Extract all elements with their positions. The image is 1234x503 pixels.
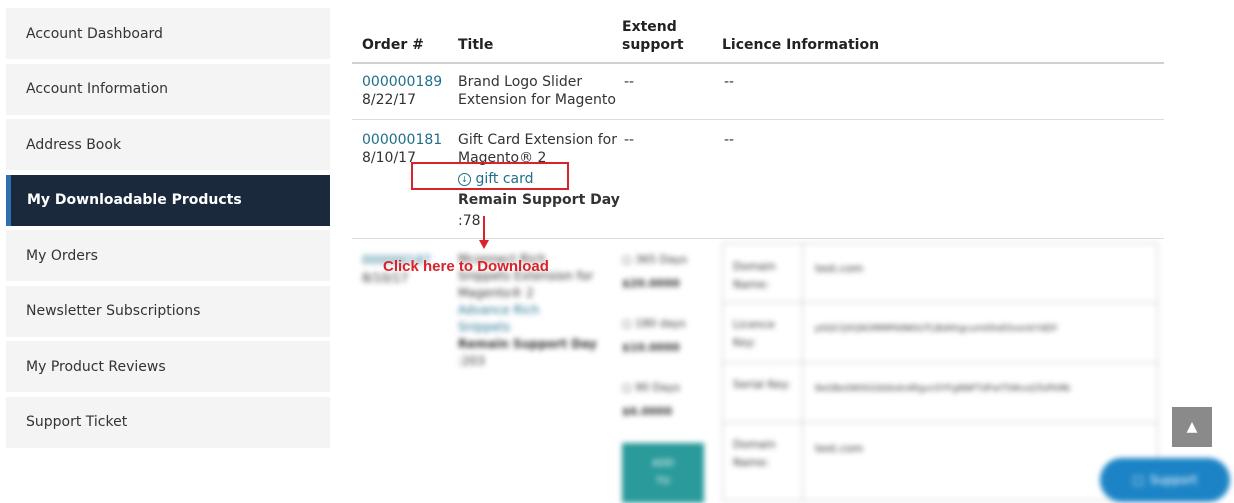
account-sidebar: Account Dashboard Account Information Ad… xyxy=(6,8,330,452)
product-title-line2: Extension for Magento xyxy=(458,92,616,108)
remain-support-value: :203 xyxy=(458,354,485,368)
support-chat-button[interactable]: □ Support xyxy=(1100,458,1230,502)
sidebar-item-my-orders[interactable]: My Orders xyxy=(6,230,330,281)
sidebar-item-my-product-reviews[interactable]: My Product Reviews xyxy=(6,341,330,392)
sidebar-item-support-ticket[interactable]: Support Ticket xyxy=(6,396,330,448)
add-to-cart-button[interactable]: ADD TO xyxy=(622,443,704,503)
chat-icon: □ xyxy=(1132,473,1144,487)
extend-header-line1: Extend xyxy=(622,19,677,35)
licence-value: -- xyxy=(724,74,735,90)
sidebar-item-account-information[interactable]: Account Information xyxy=(6,63,330,115)
licence-value: pSQCQXQ6OMMPAINKtUTLBdAhgcum00xE0vonkYdD… xyxy=(815,324,1058,334)
option-label: 90 Days xyxy=(635,381,681,394)
extend-support-value: -- xyxy=(624,74,635,90)
support-option[interactable]: ○ 90 Days $6.0000 xyxy=(622,379,712,443)
sidebar-item-account-dashboard[interactable]: Account Dashboard xyxy=(6,8,330,59)
download-highlight-box xyxy=(411,162,569,190)
licence-value: test.com xyxy=(815,262,864,275)
add-button-line2: TO xyxy=(656,476,670,487)
table-row-blurred: 000000187 8/10/17 Mconnect Rich Snippets… xyxy=(352,239,1164,503)
radio-icon: ○ xyxy=(622,253,632,266)
order-link[interactable]: 000000181 xyxy=(362,131,442,149)
table-row: 000000189 8/22/17 Brand Logo Slider Exte… xyxy=(352,64,1164,120)
column-header-title: Title xyxy=(458,37,494,53)
extend-header-line2: support xyxy=(622,37,684,53)
support-option[interactable]: ○ 365 Days $20.0000 xyxy=(622,251,712,315)
annotation-label: Click here to Download xyxy=(383,258,549,275)
licence-value: -- xyxy=(724,132,735,148)
remain-support-label: Remain Support Day xyxy=(458,337,597,351)
licence-value: test.com xyxy=(815,442,864,455)
support-label: Support xyxy=(1149,473,1198,487)
download-link[interactable]: Advance Rich xyxy=(458,302,597,319)
radio-icon: ○ xyxy=(622,381,632,394)
product-title-line1: Brand Logo Slider xyxy=(458,74,583,90)
licence-info-box: Domain Name: test.com Licence Key: pSQCQ… xyxy=(722,243,1158,501)
download-link-line2: Snippets xyxy=(458,320,511,334)
remain-support-label: Remain Support Day xyxy=(458,192,620,208)
option-price: $10.0000 xyxy=(622,341,680,354)
licence-value: 8eGBe0W0GGbkkdn4Rgvn5YFgNNFTdFwT5WvsQTuP… xyxy=(815,384,1071,394)
licence-key-label: Domain Name: xyxy=(723,422,803,500)
product-title-line1: Gift Card Extension for xyxy=(458,132,617,148)
column-header-order: Order # xyxy=(362,37,424,53)
option-label: 180 days xyxy=(635,317,686,330)
order-link[interactable]: 000000189 xyxy=(362,73,442,91)
sidebar-item-address-book[interactable]: Address Book xyxy=(6,119,330,170)
option-label: 365 Days xyxy=(635,253,688,266)
support-option[interactable]: ○ 180 days $10.0000 xyxy=(622,315,712,379)
annotation-arrow xyxy=(483,216,485,242)
product-title-line3: Magento® 2 xyxy=(458,286,534,300)
option-price: $6.0000 xyxy=(622,405,673,418)
column-header-extend-support: Extend support xyxy=(622,18,684,54)
add-button-line1: ADD xyxy=(651,458,675,469)
sidebar-item-newsletter-subscriptions[interactable]: Newsletter Subscriptions xyxy=(6,285,330,337)
column-header-licence: Licence Information xyxy=(722,37,880,53)
annotation-arrow-head xyxy=(479,240,489,249)
licence-key-label: Serial Key: xyxy=(723,362,803,422)
scroll-to-top-button[interactable]: ▲ xyxy=(1172,407,1212,447)
order-date: 8/22/17 xyxy=(362,92,416,108)
downloadable-products-table: Order # Title Extend support Licence Inf… xyxy=(352,10,1164,503)
option-price: $20.0000 xyxy=(622,277,680,290)
licence-key-label: Domain Name: xyxy=(723,244,803,302)
sidebar-item-my-downloadable-products[interactable]: My Downloadable Products xyxy=(6,174,330,226)
radio-icon: ○ xyxy=(622,317,632,330)
chevron-up-icon: ▲ xyxy=(1186,419,1198,435)
extend-support-value: -- xyxy=(624,132,635,148)
licence-key-label: Licence Key: xyxy=(723,302,803,362)
table-header: Order # Title Extend support Licence Inf… xyxy=(352,10,1164,64)
